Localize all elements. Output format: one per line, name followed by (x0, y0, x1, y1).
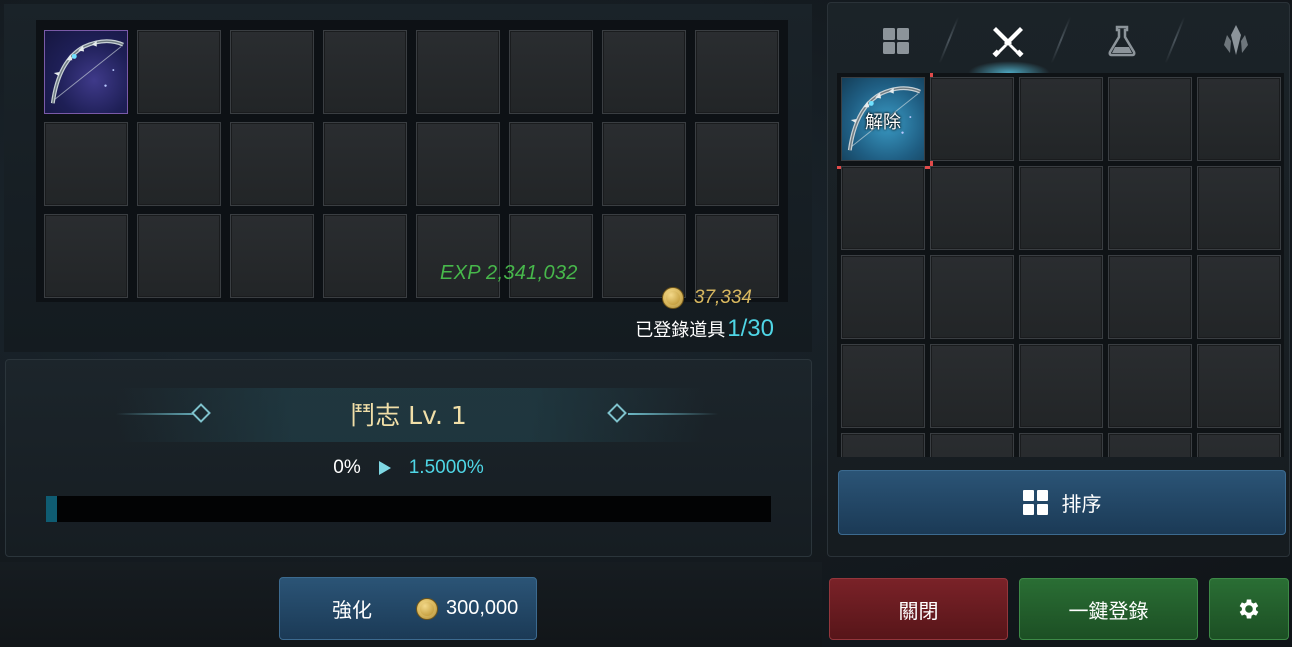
inventory-item-slot-empty[interactable] (1019, 166, 1103, 250)
inventory-item-slot-empty[interactable] (930, 433, 1014, 457)
crystal-icon (1224, 25, 1248, 55)
registered-item-slot-empty[interactable] (230, 214, 314, 298)
inventory-item-slot-empty[interactable] (1108, 166, 1192, 250)
registered-item-slot-empty[interactable] (44, 214, 128, 298)
registered-item-slot-bow[interactable] (44, 30, 128, 114)
registered-item-slot-empty[interactable] (416, 30, 500, 114)
registered-items-label: 已登錄道具 (635, 320, 726, 341)
registered-item-slot-empty[interactable] (695, 122, 779, 206)
tab-divider (1050, 17, 1072, 63)
sort-grid-icon (1022, 490, 1048, 515)
inventory-item-slot-empty[interactable] (1019, 255, 1103, 339)
inventory-item-slot-empty[interactable] (930, 255, 1014, 339)
inventory-item-slot-empty[interactable] (1197, 77, 1281, 161)
inventory-item-slot-empty[interactable] (1019, 77, 1103, 161)
registered-item-slot-empty[interactable] (137, 214, 221, 298)
close-button[interactable]: 關閉 (829, 578, 1008, 640)
inventory-item-slot-empty[interactable] (841, 344, 925, 428)
registered-items-grid-frame (36, 20, 788, 302)
gold-coin-icon (661, 287, 684, 309)
gold-amount: 37,334 (693, 287, 752, 308)
inventory-grid: 解除 (837, 73, 1281, 457)
exp-total: EXP 2,341,032 (440, 262, 578, 284)
inventory-grid-frame: 解除 (837, 73, 1284, 457)
rate-row: 0% 1.5000% (6, 456, 811, 480)
grid-icon (883, 28, 909, 54)
registered-item-slot-empty[interactable] (230, 122, 314, 206)
inventory-item-slot-empty[interactable] (1108, 344, 1192, 428)
unequip-label: 解除 (865, 112, 901, 133)
inventory-item-slot-bow[interactable]: 解除 (837, 73, 933, 169)
registered-item-slot-empty[interactable] (137, 30, 221, 114)
tab-divider (1164, 17, 1186, 63)
inventory-item-slot-empty[interactable] (930, 166, 1014, 250)
sort-button[interactable]: 排序 (838, 470, 1286, 535)
registered-item-slot-empty[interactable] (323, 214, 407, 298)
registered-item-slot-empty[interactable] (416, 214, 500, 298)
potion-flask-icon (1108, 25, 1136, 57)
registered-item-slot-empty[interactable] (602, 30, 686, 114)
bow-item-icon (45, 31, 127, 113)
inventory-item-slot-empty[interactable] (1197, 255, 1281, 339)
inventory-item-slot-empty[interactable] (930, 344, 1014, 428)
registered-items-count: 1/30 (727, 315, 774, 342)
inventory-item-slot-empty[interactable] (930, 77, 1014, 161)
inventory-item-slot-empty[interactable] (1108, 77, 1192, 161)
sort-button-label: 排序 (1061, 492, 1102, 516)
tab-materials[interactable] (1196, 13, 1276, 69)
inventory-item-slot-empty[interactable] (1108, 255, 1192, 339)
close-button-label: 關閉 (898, 598, 939, 623)
inventory-item-slot-empty[interactable] (1019, 344, 1103, 428)
active-tab-indicator (968, 61, 1050, 73)
inventory-item-slot-empty[interactable] (1108, 433, 1192, 457)
inventory-item-slot-empty[interactable] (841, 255, 925, 339)
next-rate: 1.5000% (408, 457, 484, 478)
skill-stats-panel: 鬥志 Lv. 1 0% 1.5000% (5, 359, 812, 557)
inventory-item-slot-empty[interactable] (1019, 433, 1103, 457)
tab-consumables[interactable] (1082, 13, 1162, 69)
enhance-cost-amount: 300,000 (446, 597, 519, 619)
registered-item-slot-empty[interactable] (509, 30, 593, 114)
inventory-item-slot-empty[interactable] (841, 433, 925, 457)
one-click-register-button[interactable]: 一鍵登錄 (1019, 578, 1198, 640)
registered-item-slot-empty[interactable] (323, 30, 407, 114)
registered-item-slot-empty[interactable] (509, 214, 593, 298)
registered-items-grid (44, 30, 779, 298)
skill-title: 鬥志 Lv. 1 (350, 401, 467, 430)
registered-items-panel: EXP 2,341,032 37,334 已登錄道具 1/30 (4, 4, 812, 352)
registered-item-slot-empty[interactable] (44, 122, 128, 206)
registered-item-slot-empty[interactable] (416, 122, 500, 206)
inventory-item-slot-empty[interactable] (1197, 433, 1281, 457)
progress-bar-fill (46, 496, 57, 522)
arrow-right-icon (378, 461, 391, 475)
registered-item-slot-empty[interactable] (695, 30, 779, 114)
inventory-item-slot-empty[interactable] (841, 166, 925, 250)
enhance-button[interactable]: 強化 300,000 (279, 577, 537, 640)
inventory-item-slot-empty[interactable] (1197, 344, 1281, 428)
registered-item-slot-empty[interactable] (509, 122, 593, 206)
registered-item-slot-empty[interactable] (323, 122, 407, 206)
registered-item-slot-empty[interactable] (230, 30, 314, 114)
progress-bar (46, 496, 771, 522)
registered-item-slot-empty[interactable] (137, 122, 221, 206)
registered-count: 已登錄道具 1/30 (635, 315, 774, 343)
one-click-register-label: 一鍵登錄 (1068, 598, 1149, 623)
tab-divider (938, 17, 960, 63)
registered-item-slot-empty[interactable] (602, 122, 686, 206)
crossed-swords-icon (992, 27, 1024, 58)
current-rate: 0% (333, 457, 361, 478)
enhance-button-label: 強化 (332, 598, 372, 622)
inventory-item-slot-empty[interactable] (1197, 166, 1281, 250)
gold-coin-icon (416, 597, 438, 620)
inventory-tabs (828, 3, 1289, 73)
gold-display: 37,334 (661, 286, 752, 310)
enhance-cost: 300,000 (416, 597, 518, 620)
settings-button[interactable] (1209, 578, 1289, 640)
gear-icon (1239, 599, 1259, 619)
tab-all[interactable] (856, 13, 936, 69)
